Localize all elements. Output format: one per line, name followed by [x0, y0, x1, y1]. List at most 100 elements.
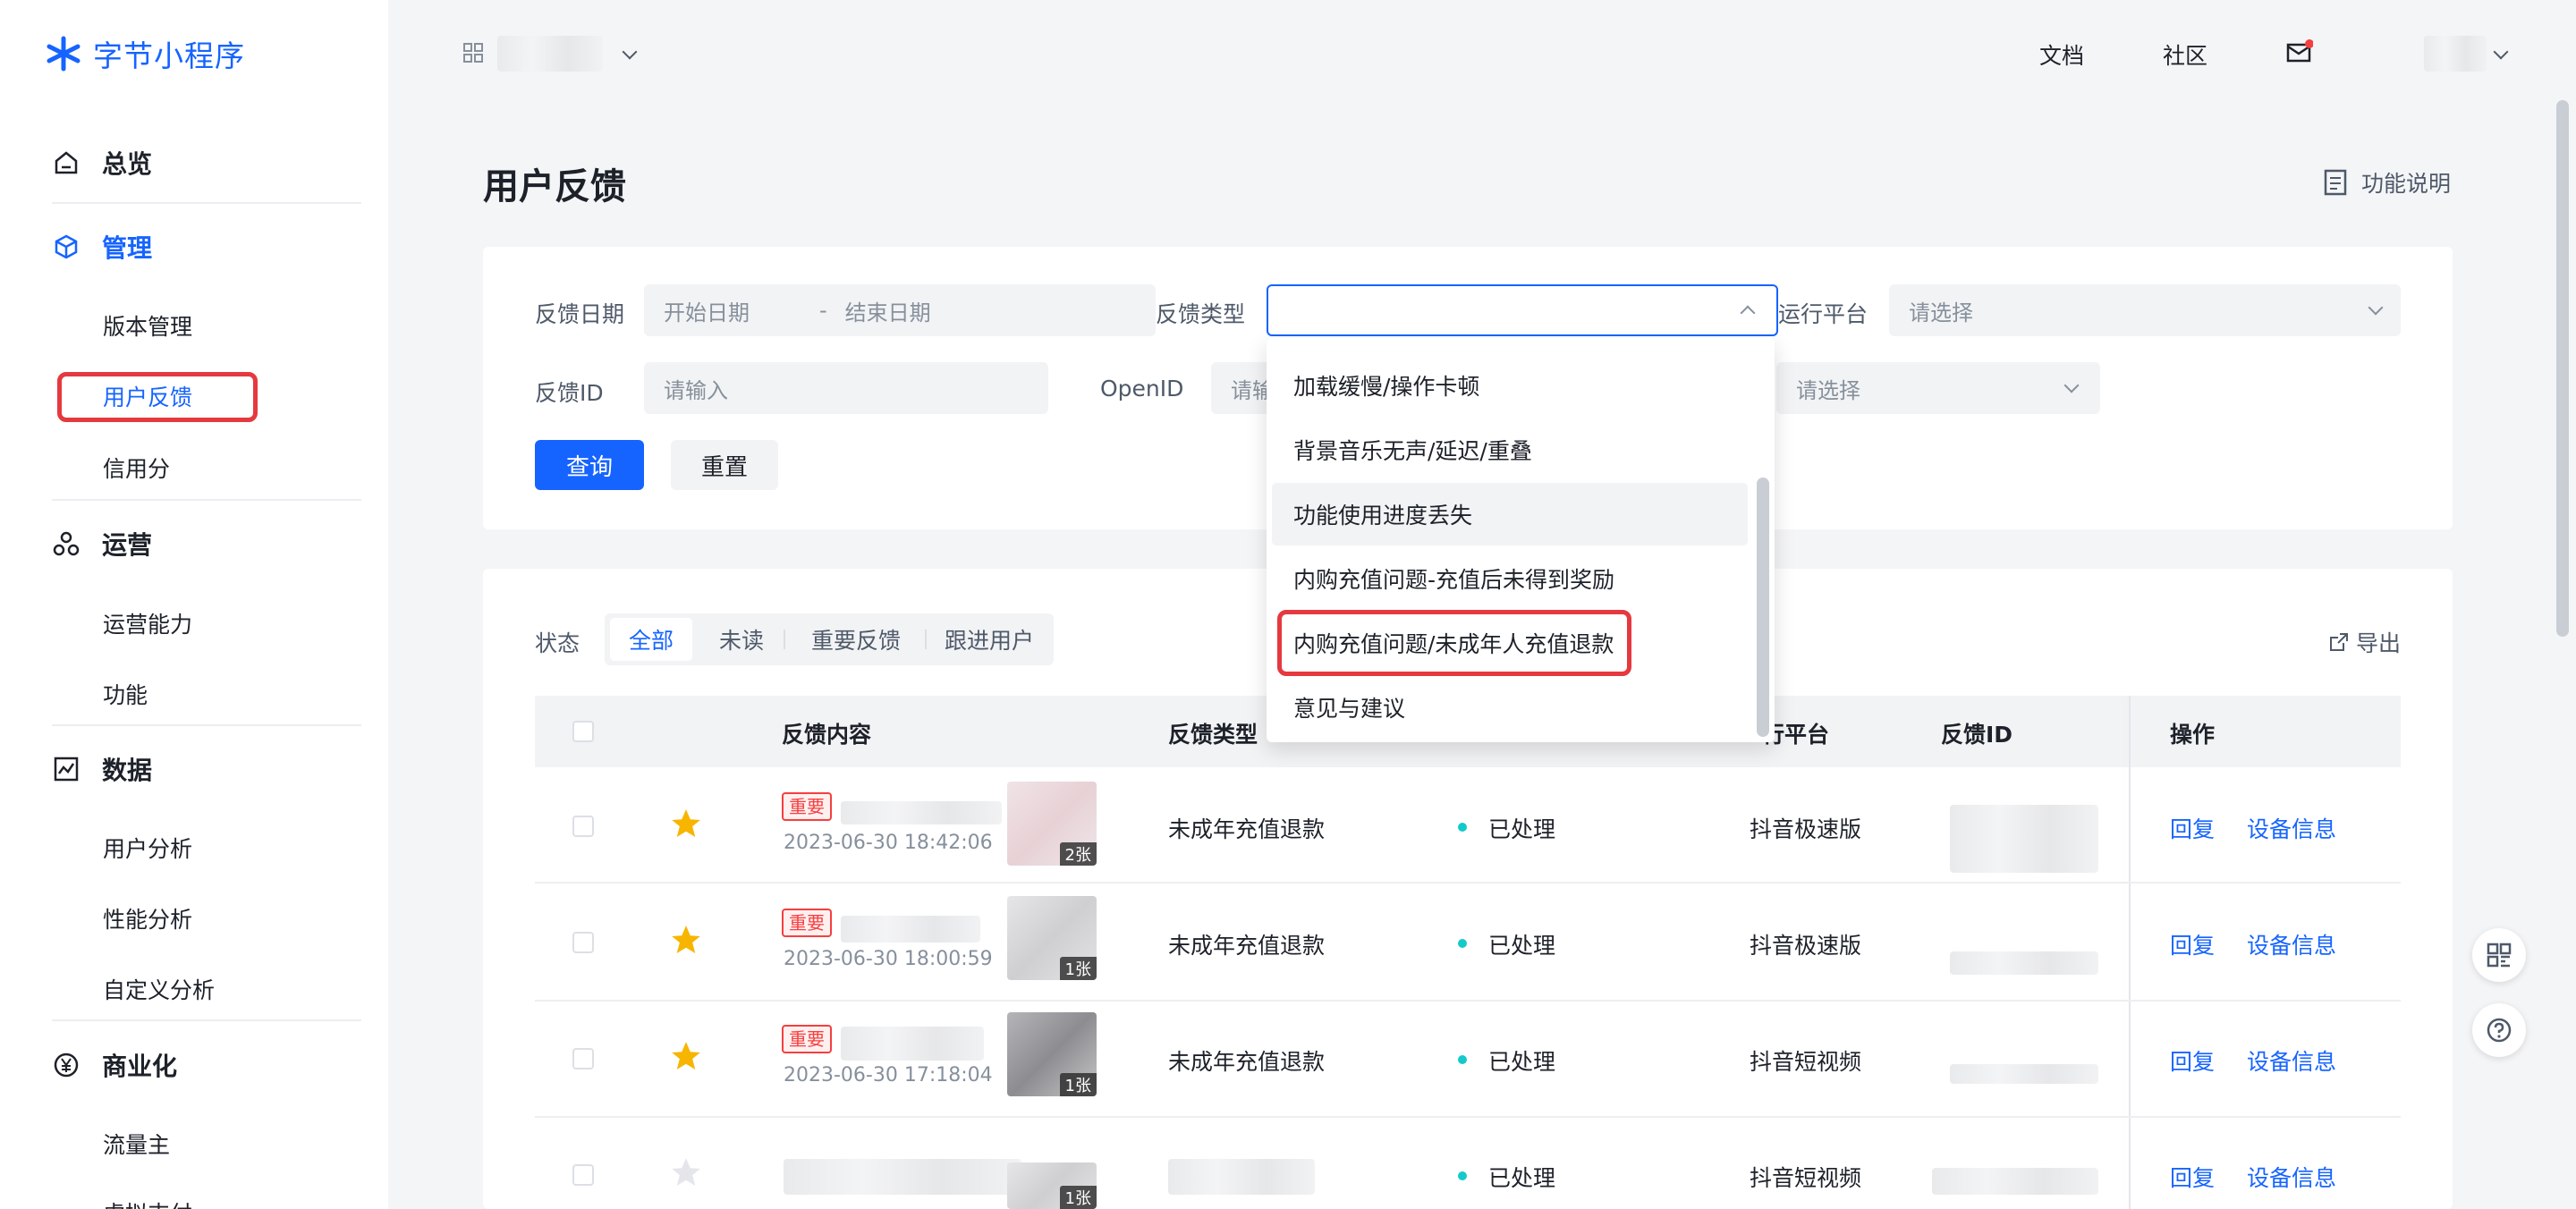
- reply-link[interactable]: 回复: [2170, 812, 2215, 844]
- feedback-image-thumbnail[interactable]: 1张: [1007, 896, 1097, 980]
- status-tabs: 全部 未读 重要反馈 跟进用户: [605, 613, 1054, 665]
- nav-data[interactable]: 数据: [0, 751, 152, 787]
- nav-traffic-owner[interactable]: 流量主: [103, 1128, 170, 1160]
- row-checkbox[interactable]: [572, 816, 594, 837]
- feedback-id-blurred: [1950, 1064, 2098, 1084]
- question-icon: [2487, 1018, 2512, 1043]
- feedback-image-thumbnail[interactable]: 1张: [1007, 1012, 1097, 1096]
- feedback-type-select[interactable]: [1267, 284, 1778, 336]
- reply-link[interactable]: 回复: [2170, 928, 2215, 960]
- image-count: 1张: [1059, 1186, 1097, 1209]
- extra-select[interactable]: 请选择: [1776, 362, 2100, 414]
- important-tag: 重要: [782, 909, 832, 937]
- nav-custom-analysis[interactable]: 自定义分析: [103, 973, 215, 1005]
- row-checkbox[interactable]: [572, 932, 594, 953]
- chevron-down-icon[interactable]: [622, 44, 638, 60]
- nav-overview[interactable]: 总览: [0, 145, 152, 181]
- page-scrollbar[interactable]: [2556, 100, 2569, 637]
- select-all-checkbox[interactable]: [572, 721, 594, 742]
- user-avatar-blurred[interactable]: [2424, 36, 2487, 72]
- page-title: 用户反馈: [483, 166, 626, 207]
- platform-select[interactable]: 请选择: [1889, 284, 2401, 336]
- nav-operation[interactable]: 运营: [0, 526, 152, 562]
- star-icon[interactable]: [669, 923, 703, 957]
- reply-link[interactable]: 回复: [2170, 1161, 2215, 1193]
- star-icon[interactable]: [669, 807, 703, 841]
- nav-commerce-label: 商业化: [102, 1052, 178, 1081]
- cube-icon: [52, 232, 80, 261]
- tab-important[interactable]: 重要反馈: [789, 618, 923, 661]
- star-outline-icon[interactable]: [669, 1155, 703, 1189]
- nav-manage-label: 管理: [102, 233, 153, 263]
- nav-divider: [52, 724, 361, 726]
- help-button[interactable]: [2472, 1003, 2526, 1057]
- nav-divider: [52, 1019, 361, 1021]
- dropdown-option[interactable]: 意见与建议: [1272, 676, 1748, 739]
- tab-follow-up[interactable]: 跟进用户: [930, 618, 1048, 661]
- status-dot: [1458, 823, 1467, 832]
- reset-button[interactable]: 重置: [671, 440, 778, 490]
- mail-icon[interactable]: [2286, 39, 2313, 64]
- nav-commerce[interactable]: 商业化: [0, 1047, 177, 1083]
- nav-operation-label: 运营: [102, 530, 153, 560]
- image-count: 1张: [1059, 1073, 1097, 1096]
- platform-text: 抖音极速版: [1750, 933, 1862, 959]
- row-checkbox[interactable]: [572, 1164, 594, 1186]
- dropdown-option[interactable]: 内购充值问题-充值后未得到奖励: [1272, 547, 1748, 610]
- nav-feature[interactable]: 功能: [103, 678, 148, 710]
- nav-overview-label: 总览: [102, 149, 153, 179]
- star-icon[interactable]: [669, 1039, 703, 1073]
- nav-operation-ability[interactable]: 运营能力: [103, 607, 192, 639]
- export-button[interactable]: 导出: [2329, 626, 2401, 658]
- image-count: 2张: [1059, 842, 1097, 866]
- header-actions: 操作: [2170, 722, 2216, 748]
- nav-performance-analysis[interactable]: 性能分析: [103, 902, 192, 934]
- feedback-image-thumbnail[interactable]: 1张: [1007, 1162, 1097, 1209]
- nav-virtual-payment[interactable]: 虚拟支付: [103, 1196, 192, 1209]
- nav-manage[interactable]: 管理: [0, 229, 152, 265]
- logo-icon: [47, 36, 80, 72]
- reply-link[interactable]: 回复: [2170, 1044, 2215, 1077]
- nav-credit-score[interactable]: 信用分: [103, 452, 170, 484]
- app-logo[interactable]: 字节小程序: [45, 32, 245, 75]
- feedback-time: 2023-06-30 17:18:04: [784, 1064, 993, 1086]
- tab-all[interactable]: 全部: [610, 618, 692, 661]
- feature-help-label: 功能说明: [2361, 171, 2452, 197]
- qrcode-button[interactable]: [2472, 928, 2526, 982]
- type-blurred: [1168, 1159, 1315, 1195]
- openid-label: OpenID: [1100, 376, 1184, 402]
- platform-placeholder: 请选择: [1909, 300, 1973, 326]
- status-text: 已处理: [1488, 1165, 1556, 1191]
- nav-version-manage[interactable]: 版本管理: [103, 309, 192, 342]
- feature-help[interactable]: 功能说明: [2324, 166, 2451, 199]
- feedback-id-input[interactable]: 请输入: [644, 362, 1048, 414]
- query-button[interactable]: 查询: [535, 440, 644, 490]
- app-selector-blurred[interactable]: [497, 36, 603, 72]
- dropdown-scrollbar[interactable]: [1757, 478, 1769, 737]
- row-checkbox[interactable]: [572, 1048, 594, 1070]
- important-tag: 重要: [782, 1025, 832, 1053]
- logo-text: 字节小程序: [93, 38, 245, 73]
- tab-unread[interactable]: 未读: [701, 618, 782, 661]
- header-type: 反馈类型: [1168, 722, 1258, 748]
- feedback-image-thumbnail[interactable]: 2张: [1007, 782, 1097, 866]
- device-info-link[interactable]: 设备信息: [2247, 1161, 2336, 1193]
- device-info-link[interactable]: 设备信息: [2247, 928, 2336, 960]
- date-range-input[interactable]: 开始日期 - 结束日期: [644, 284, 1156, 336]
- important-tag: 重要: [782, 792, 832, 821]
- tab-separator: [784, 630, 785, 649]
- device-info-link[interactable]: 设备信息: [2247, 1044, 2336, 1077]
- highlight-box-feedback: [57, 372, 258, 422]
- community-link[interactable]: 社区: [2163, 38, 2207, 71]
- dropdown-option[interactable]: 加载缓慢/操作卡顿: [1272, 354, 1748, 417]
- dropdown-option-hover[interactable]: 功能使用进度丢失: [1272, 483, 1748, 545]
- dropdown-option[interactable]: 背景音乐无声/延迟/重叠: [1272, 418, 1748, 481]
- feedback-id-blurred: [1950, 951, 2098, 975]
- grid-icon[interactable]: [463, 43, 483, 63]
- device-info-link[interactable]: 设备信息: [2247, 812, 2336, 844]
- feedback-type: 未成年充值退款: [1168, 933, 1326, 959]
- nav-user-analysis[interactable]: 用户分析: [103, 832, 192, 864]
- docs-link[interactable]: 文档: [2039, 38, 2084, 71]
- home-icon: [52, 148, 80, 177]
- chevron-down-icon[interactable]: [2493, 44, 2509, 60]
